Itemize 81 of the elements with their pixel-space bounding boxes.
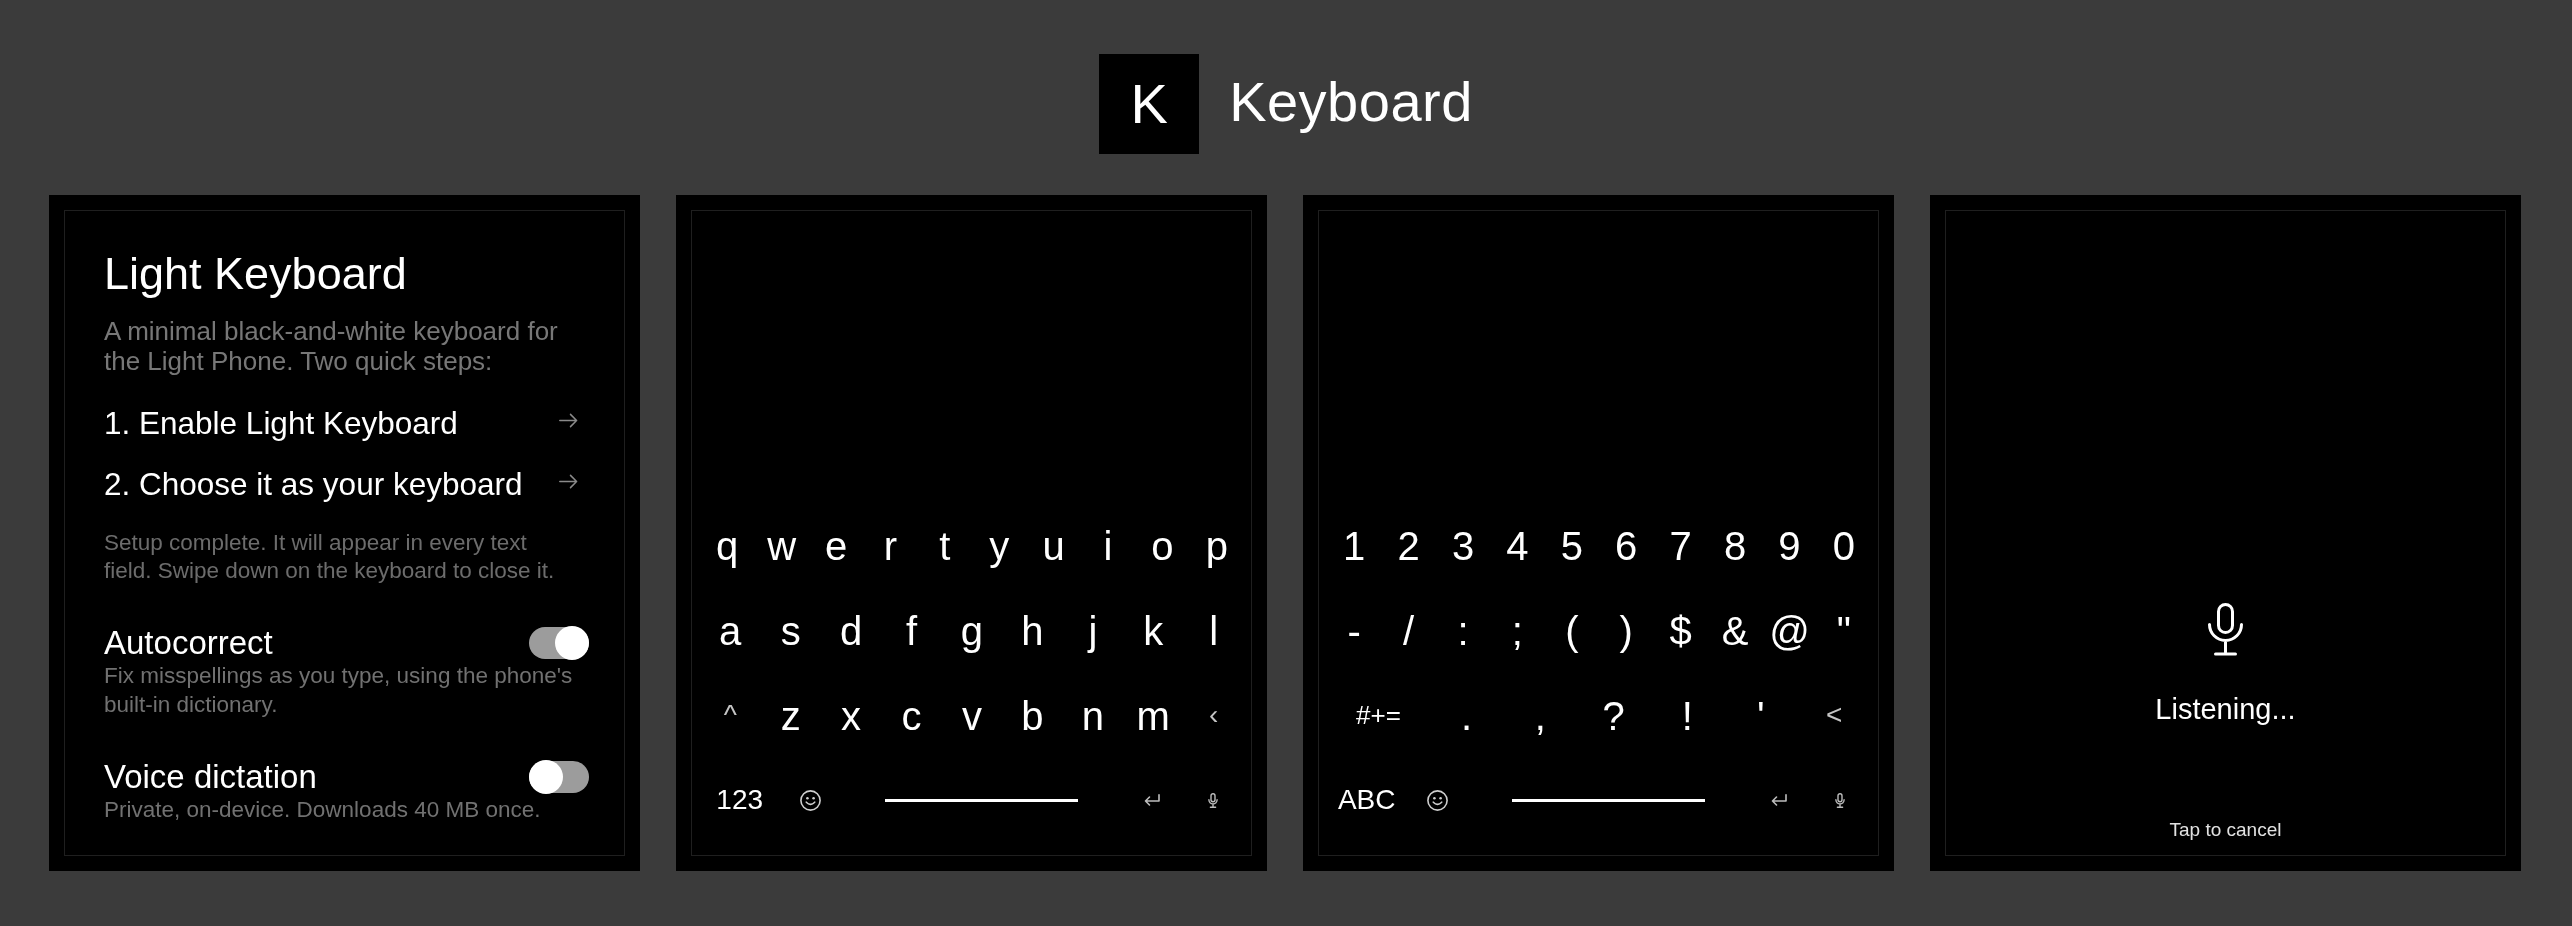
keyboard-key[interactable]: ( (1565, 607, 1579, 654)
keyboard-key[interactable]: m (1136, 692, 1170, 739)
symbols-key[interactable]: #+= (1356, 700, 1401, 731)
setting-label: Voice dictation (104, 759, 318, 796)
app-logo: K (1099, 54, 1200, 154)
keyboard-key[interactable]: 3 (1451, 522, 1475, 569)
keyboard-key[interactable]: ! (1681, 692, 1693, 739)
keyboard-key[interactable]: d (839, 607, 863, 654)
keyboard-key[interactable]: c (901, 692, 922, 739)
keyboard-key[interactable]: / (1403, 607, 1415, 654)
status-text: Listening... (2155, 692, 2296, 727)
keyboard-key[interactable]: x (841, 692, 862, 739)
setting-description: Private, on-device. Downloads 40 MB once. (104, 796, 542, 825)
shift-key[interactable]: ^ (723, 699, 737, 732)
page-title: Keyboard (1229, 70, 1473, 135)
keyboard-key[interactable]: j (1088, 607, 1098, 654)
keyboard-key[interactable]: , (1534, 692, 1546, 739)
keyboard-key[interactable]: ? (1602, 692, 1625, 739)
keyboard-key[interactable]: t (939, 522, 951, 569)
cancel-hint: Tap to cancel (2169, 818, 2282, 842)
setup-step[interactable]: 2. Choose it as your keyboard (104, 466, 589, 503)
keyboard-key[interactable]: $ (1669, 607, 1692, 654)
keyboard-key[interactable]: h (1021, 607, 1044, 654)
keyboard-key[interactable]: - (1347, 607, 1361, 654)
keyboard-key[interactable]: k (1143, 607, 1164, 654)
keyboard-key[interactable]: l (1209, 607, 1219, 654)
keyboard-key[interactable]: p (1205, 522, 1228, 569)
layout-switch-key[interactable]: 123 (716, 784, 764, 817)
keyboard-key[interactable]: s (780, 607, 801, 654)
keyboard-key[interactable]: g (960, 607, 984, 654)
microphone-icon[interactable] (1208, 793, 1219, 808)
screen-title: Light Keyboard (104, 248, 408, 300)
keyboard-key[interactable]: v (961, 692, 982, 739)
setting-label: Autocorrect (104, 625, 274, 662)
keyboard-key[interactable]: @ (1769, 607, 1810, 654)
keyboard-key[interactable]: e (824, 522, 848, 569)
toggle-switch[interactable] (529, 760, 589, 795)
keyboard-key[interactable]: b (1021, 692, 1044, 739)
smiley-icon[interactable] (1426, 790, 1448, 811)
intro-text: A minimal black-and-white keyboard for the Light Phone. Two quick steps: (104, 316, 559, 376)
return-icon[interactable] (1771, 794, 1788, 807)
keyboard-key[interactable]: ; (1511, 607, 1523, 654)
keyboard-key[interactable]: " (1836, 607, 1851, 654)
keyboard-key[interactable]: u (1042, 522, 1065, 569)
microphone-icon (2207, 603, 2244, 656)
backspace-key[interactable]: ‹ (1209, 699, 1219, 732)
keyboard-key[interactable]: y (989, 522, 1010, 569)
microphone-icon[interactable] (1835, 793, 1846, 808)
keyboard-key[interactable]: q (716, 522, 739, 569)
keyboard-key[interactable]: ' (1756, 692, 1765, 739)
smiley-icon[interactable] (799, 790, 821, 811)
keyboard-key[interactable]: & (1721, 607, 1749, 654)
keyboard-key[interactable]: 6 (1615, 522, 1638, 569)
keyboard-key[interactable]: n (1081, 692, 1104, 739)
arrow-right-icon (559, 474, 578, 490)
toggle-switch[interactable] (529, 626, 589, 661)
return-icon[interactable] (1144, 794, 1161, 807)
setup-step[interactable]: 1. Enable Light Keyboard (104, 405, 589, 442)
keyboard-key[interactable]: 1 (1343, 522, 1366, 569)
keyboard-key[interactable]: 9 (1778, 522, 1801, 569)
backspace-key[interactable]: < (1826, 699, 1843, 732)
keyboard-key[interactable]: 4 (1506, 522, 1529, 569)
keyboard-key[interactable]: . (1461, 692, 1473, 739)
keyboard-key[interactable]: i (1103, 522, 1113, 569)
keyboard-key[interactable]: o (1151, 522, 1174, 569)
keyboard-key[interactable]: z (780, 692, 801, 739)
layout-switch-key[interactable]: ABC (1337, 784, 1396, 817)
keyboard-key[interactable]: 0 (1832, 522, 1855, 569)
keyboard-key[interactable]: f (905, 607, 918, 654)
arrow-right-icon (559, 413, 578, 429)
keyboard-key[interactable]: : (1457, 607, 1469, 654)
keyboard-key[interactable]: 5 (1560, 522, 1583, 569)
keyboard-key[interactable]: a (719, 607, 742, 654)
keyboard-key[interactable]: 8 (1723, 522, 1747, 569)
status-note: Setup complete. It will appear in every text field. Swipe down on the keyboard to close it. (104, 529, 556, 586)
keyboard-key[interactable]: 2 (1397, 522, 1420, 569)
keyboard-key[interactable]: w (767, 522, 797, 569)
setting-description: Fix misspellings as you type, using the phone's built-in dictionary. (104, 662, 574, 720)
keyboard-key[interactable]: 7 (1669, 522, 1692, 569)
keyboard-key[interactable]: r (883, 522, 898, 569)
keyboard-key[interactable]: ) (1619, 607, 1633, 654)
